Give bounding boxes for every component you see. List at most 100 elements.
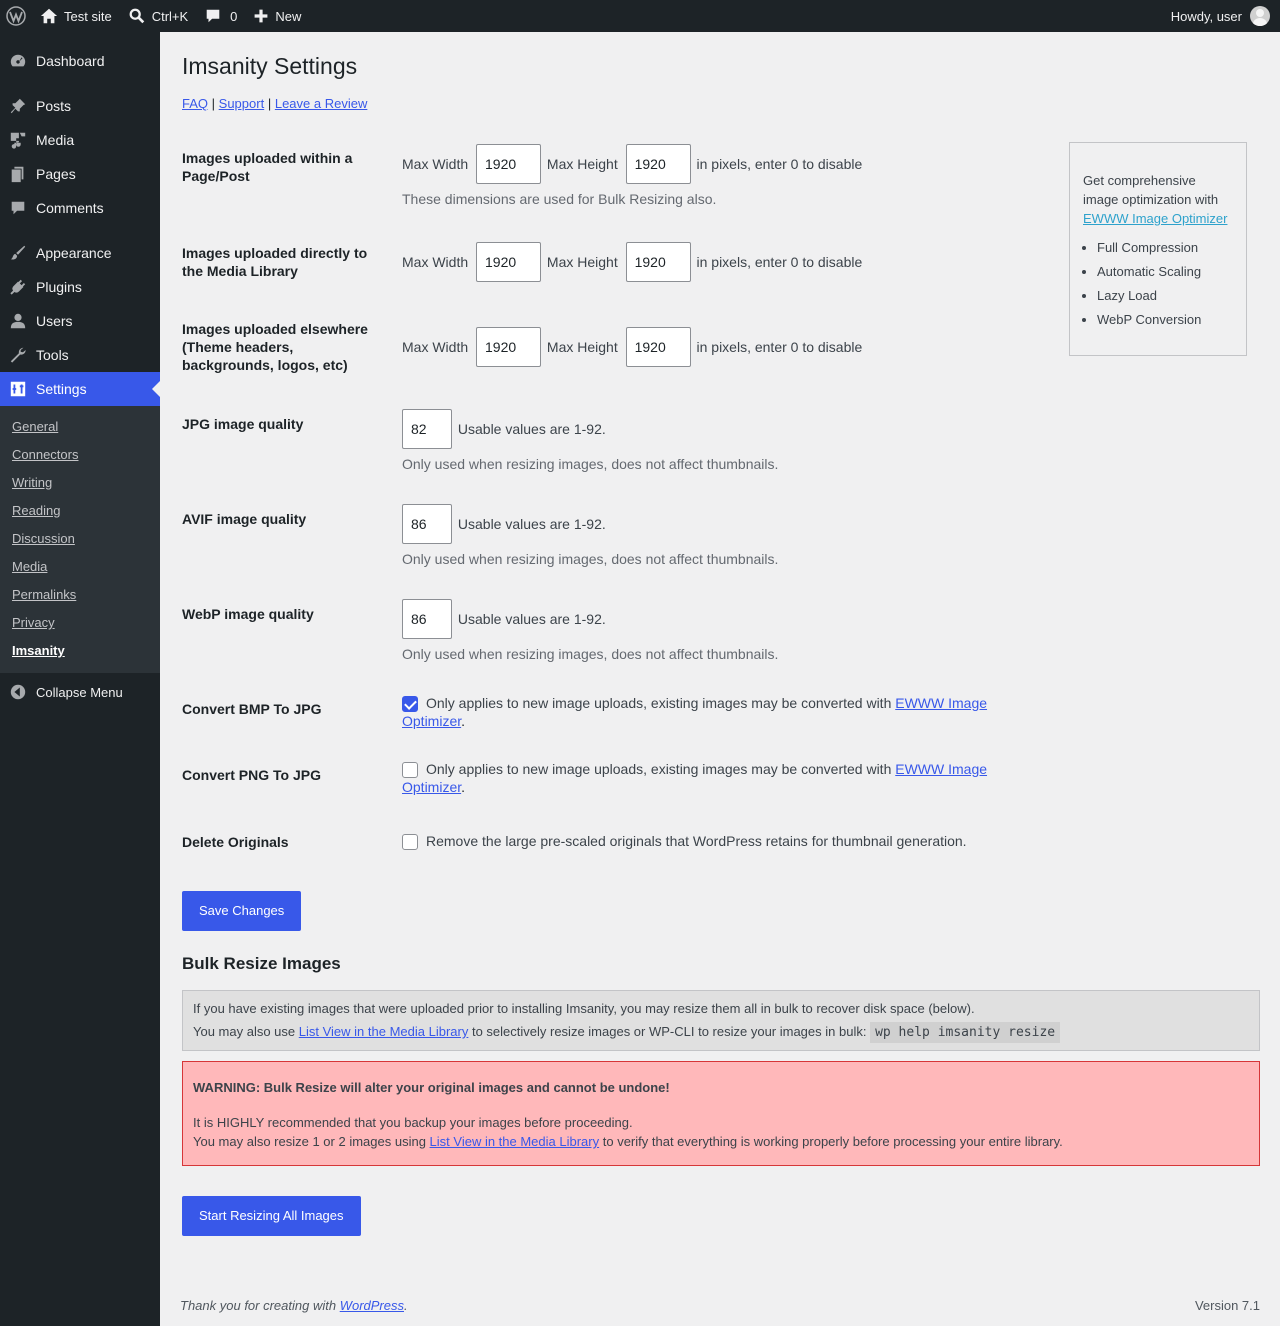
row-field: Only applies to new image uploads, exist… (402, 694, 1002, 730)
submenu-general[interactable]: General (0, 413, 160, 441)
period: . (461, 779, 466, 796)
wordpress-logo-button[interactable] (0, 0, 32, 32)
row-field: 82 Usable values are 1-92. Only used whe… (402, 409, 1102, 472)
submenu-discussion[interactable]: Discussion (0, 525, 160, 553)
menu-label: Pages (36, 166, 76, 182)
search-shortcut: Ctrl+K (151, 8, 189, 24)
resize-line: You may also resize 1 or 2 images using … (193, 1134, 1249, 1149)
collapse-menu-button[interactable]: Collapse Menu (0, 675, 160, 709)
wordpress-logo-icon (6, 6, 26, 26)
quality-hint: Usable values are 1-92. (457, 611, 606, 627)
site-name-button[interactable]: Test site (32, 0, 120, 32)
feature-item: Lazy Load (1097, 286, 1233, 305)
menu-appearance[interactable]: Appearance (0, 236, 160, 270)
convert-png-checkbox[interactable] (402, 762, 418, 779)
avif-quality-input[interactable]: 86 (402, 504, 452, 544)
row-label: Images uploaded within a Page/Post (182, 150, 353, 184)
row-label: Images uploaded elsewhere (Theme headers… (182, 321, 368, 373)
quality-hint: Usable values are 1-92. (457, 421, 606, 437)
ewww-promo-link[interactable]: EWWW Image Optimizer (1083, 211, 1227, 226)
menu-dashboard[interactable]: Dashboard (0, 44, 160, 78)
site-name: Test site (64, 8, 112, 24)
submenu-permalinks[interactable]: Permalinks (0, 581, 160, 609)
warning-text: WARNING: Bulk Resize will alter your ori… (193, 1080, 670, 1095)
quality-description: Only used when resizing images, does not… (402, 646, 779, 662)
new-content-button[interactable]: New (245, 0, 309, 32)
max-width-input[interactable]: 1920 (476, 144, 542, 184)
menu-pages[interactable]: Pages (0, 157, 160, 191)
start-row: Start Resizing All Images (182, 1196, 361, 1236)
delete-originals-checkbox[interactable] (402, 834, 418, 851)
menu-comments[interactable]: Comments (0, 191, 160, 225)
brush-icon (8, 243, 28, 263)
bulk-info-text: If you have existing images that were up… (193, 1001, 975, 1016)
submenu-imsanity[interactable]: Imsanity (0, 637, 160, 665)
save-changes-button[interactable]: Save Changes (182, 891, 302, 931)
row-field: Only applies to new image uploads, exist… (402, 760, 1002, 796)
menu-settings[interactable]: Settings (0, 372, 160, 406)
row-field: 86 Usable values are 1-92. Only used whe… (402, 599, 1102, 662)
dashboard-icon (8, 51, 28, 71)
convert-note: Only applies to new image uploads, exist… (426, 695, 892, 711)
page-title: Imsanity Settings (182, 53, 358, 79)
submenu-connectors[interactable]: Connectors (0, 441, 160, 469)
comments-count: 0 (230, 8, 238, 24)
feature-item: Full Compression (1097, 238, 1233, 257)
menu-plugins[interactable]: Plugins (0, 270, 160, 304)
footer: Thank you for creating with WordPress. V… (180, 1298, 1260, 1313)
menu-media[interactable]: Media (0, 123, 160, 157)
submenu-privacy[interactable]: Privacy (0, 609, 160, 637)
max-width-label: Max Width (402, 156, 469, 172)
webp-quality-input[interactable]: 86 (402, 599, 452, 639)
settings-submenu: General Connectors Writing Reading Discu… (0, 406, 160, 673)
comment-icon (8, 198, 28, 218)
menu-label: Settings (36, 381, 87, 397)
menu-tools[interactable]: Tools (0, 338, 160, 372)
max-height-input[interactable]: 1920 (625, 242, 691, 282)
wordpress-link[interactable]: WordPress (340, 1298, 404, 1313)
separator: | (211, 95, 216, 111)
dims-description: These dimensions are used for Bulk Resiz… (402, 191, 717, 207)
convert-bmp-checkbox[interactable] (402, 696, 418, 713)
submenu-reading[interactable]: Reading (0, 497, 160, 525)
menu-posts[interactable]: Posts (0, 89, 160, 123)
max-width-input[interactable]: 1920 (476, 242, 542, 282)
search-icon (129, 8, 144, 24)
sliders-icon (8, 379, 28, 399)
content-header: Imsanity Settings FAQ | Support | Leave … (182, 32, 1260, 111)
plug-icon (8, 277, 28, 297)
footer-thanks: Thank you for creating with WordPress. (180, 1298, 408, 1313)
faq-link[interactable]: FAQ (182, 96, 208, 111)
promo-features: Full Compression Automatic Scaling Lazy … (1097, 238, 1233, 329)
comments-button[interactable]: 0 (196, 0, 245, 32)
max-height-input[interactable]: 1920 (625, 327, 691, 367)
save-row: Save Changes (182, 891, 302, 931)
list-view-link[interactable]: List View in the Media Library (430, 1134, 600, 1149)
max-width-input[interactable]: 1920 (476, 327, 542, 367)
version-text: Version 7.1 (1194, 1298, 1260, 1313)
max-height-label: Max Height (546, 339, 618, 355)
row-field: 86 Usable values are 1-92. Only used whe… (402, 504, 1102, 567)
submenu-writing[interactable]: Writing (0, 469, 160, 497)
support-link[interactable]: Support (219, 96, 265, 111)
dims-hint: in pixels, enter 0 to disable (696, 339, 863, 355)
search-button[interactable]: Ctrl+K (120, 0, 196, 32)
submenu-media[interactable]: Media (0, 553, 160, 581)
review-link[interactable]: Leave a Review (275, 96, 368, 111)
row-label: Images uploaded directly to the Media Li… (182, 245, 368, 279)
feature-item: WebP Conversion (1097, 310, 1233, 329)
pin-icon (8, 96, 28, 116)
max-height-input[interactable]: 1920 (625, 144, 691, 184)
list-view-link[interactable]: List View in the Media Library (299, 1024, 469, 1039)
bulk-title: Bulk Resize Images (182, 954, 341, 973)
dims-hint: in pixels, enter 0 to disable (696, 254, 863, 270)
comment-icon (206, 9, 220, 23)
jpg-quality-input[interactable]: 82 (402, 409, 452, 449)
my-account[interactable]: Howdy, user (1171, 6, 1280, 26)
max-height-label: Max Height (546, 156, 618, 172)
period: . (461, 713, 466, 730)
menu-users[interactable]: Users (0, 304, 160, 338)
start-resizing-button[interactable]: Start Resizing All Images (182, 1196, 361, 1236)
collapse-label: Collapse Menu (36, 684, 123, 700)
row-field: Max Width 1920 Max Height 1920 in pixels… (402, 144, 1102, 207)
